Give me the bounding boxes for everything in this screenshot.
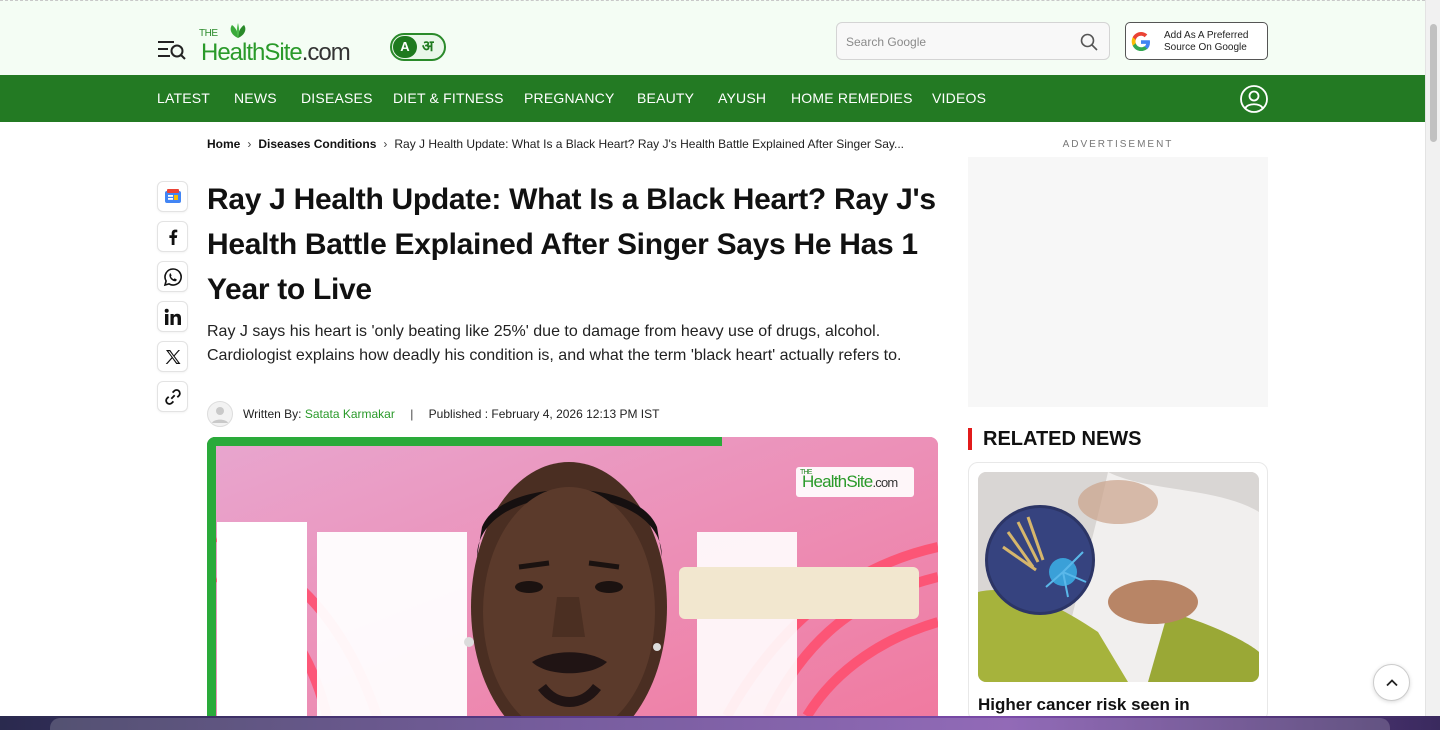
linkedin-icon (164, 308, 181, 325)
author-avatar (207, 401, 233, 427)
site-logo[interactable]: THE HealthSite.com (199, 23, 379, 66)
scrollbar-thumb[interactable] (1430, 24, 1437, 142)
whatsapp-icon (163, 268, 182, 287)
google-preferred-source-button[interactable]: Add As A Preferred Source On Google (1125, 22, 1268, 60)
chevron-up-icon (1386, 679, 1398, 687)
logo-wordmark: HealthSite.com (201, 39, 351, 67)
article-summary: Ray J says his heart is 'only beating li… (207, 323, 902, 364)
author-link[interactable]: Satata Karmakar (305, 407, 395, 421)
related-news-image (978, 472, 1259, 682)
share-whatsapp-button[interactable] (157, 261, 188, 292)
related-news-photo (978, 472, 1259, 682)
published-date: February 4, 2026 12:13 PM IST (491, 407, 660, 421)
language-hindi-option[interactable]: अ (422, 36, 442, 58)
related-news-heading: RELATED NEWS (968, 428, 1142, 450)
copy-link-icon (165, 389, 181, 405)
chevron-right-icon: › (247, 137, 252, 151)
google-source-line2: Source On Google (1164, 42, 1247, 53)
related-news-card[interactable]: Higher cancer risk seen in (968, 462, 1268, 716)
nav-item-pregnancy[interactable]: PREGNANCY (524, 90, 614, 106)
search-input[interactable] (846, 32, 1066, 52)
nav-item-latest[interactable]: LATEST (157, 90, 210, 106)
search-box (836, 22, 1110, 60)
share-google-news-button[interactable] (157, 181, 188, 212)
chevron-right-icon: › (383, 137, 388, 151)
advertisement-label: ADVERTISEMENT (1062, 139, 1174, 150)
user-account-icon[interactable] (1240, 85, 1268, 113)
byline-divider: | (410, 407, 414, 421)
hero-watermark: THE HealthSite.com (796, 467, 914, 497)
watermark-health-text: HealthSite (802, 472, 873, 491)
nav-item-videos[interactable]: VIDEOS (932, 90, 986, 106)
article-title: Ray J Health Update: What Is a Black Hea… (207, 183, 936, 306)
google-news-icon (165, 189, 181, 203)
scroll-to-top-button[interactable] (1373, 664, 1410, 701)
share-x-button[interactable] (157, 341, 188, 372)
dock-shelf (50, 718, 1390, 730)
watermark-the-text: THE (800, 469, 812, 476)
main-nav: LATEST NEWS DISEASES DIET & FITNESS PREG… (0, 75, 1425, 122)
hero-label-box (679, 567, 919, 619)
google-source-line1: Add As A Preferred (1164, 30, 1249, 41)
watermark-dotcom-text: .com (872, 475, 898, 490)
language-toggle[interactable]: A अ (390, 33, 446, 61)
breadcrumb-home[interactable]: Home (207, 137, 240, 151)
site-header: THE HealthSite.com A अ Add As A Preferre… (0, 0, 1425, 75)
copy-link-button[interactable] (157, 381, 188, 412)
google-icon (1131, 32, 1150, 51)
written-by-label: Written By: (243, 407, 302, 421)
language-english-option[interactable]: A (393, 36, 417, 58)
breadcrumb: Home › Diseases Conditions › Ray J Health Up… (207, 137, 904, 151)
breadcrumb-section[interactable]: Diseases Conditions (258, 137, 376, 151)
advertisement-slot[interactable] (968, 157, 1268, 407)
hero-top-accent (207, 437, 722, 446)
person-icon (212, 407, 228, 423)
facebook-icon (169, 229, 178, 245)
nav-item-home-remedies[interactable]: HOME REMEDIES (791, 90, 913, 106)
share-linkedin-button[interactable] (157, 301, 188, 332)
x-icon (165, 350, 181, 364)
os-dock (0, 716, 1440, 730)
page: THE HealthSite.com A अ Add As A Preferre… (0, 0, 1425, 716)
google-source-text: Add As A Preferred Source On Google (1164, 30, 1249, 54)
search-icon[interactable] (1079, 32, 1099, 52)
menu-search-icon[interactable] (157, 37, 187, 63)
related-news-headline: Higher cancer risk seen in (978, 695, 1190, 714)
logo-dotcom-text: .com (301, 39, 351, 66)
article-hero-image: THE HealthSite.com (207, 437, 938, 716)
page-scrollbar[interactable] (1425, 0, 1440, 716)
nav-item-beauty[interactable]: BEAUTY (637, 90, 694, 106)
logo-the-text: THE (199, 28, 218, 39)
share-facebook-button[interactable] (157, 221, 188, 252)
published-label: Published : (428, 407, 489, 421)
breadcrumb-current: Ray J Health Update: What Is a Black Hea… (394, 137, 905, 151)
nav-item-diseases[interactable]: DISEASES (301, 90, 373, 106)
nav-item-diet-fitness[interactable]: DIET & FITNESS (393, 90, 504, 106)
nav-item-news[interactable]: NEWS (234, 90, 277, 106)
byline-text: Written By: Satata Karmakar | Published … (243, 407, 659, 421)
nav-item-ayush[interactable]: AYUSH (718, 90, 766, 106)
logo-health-text: HealthSite (201, 39, 303, 66)
leaf-logo-icon (230, 23, 246, 38)
hero-left-accent (207, 437, 216, 716)
